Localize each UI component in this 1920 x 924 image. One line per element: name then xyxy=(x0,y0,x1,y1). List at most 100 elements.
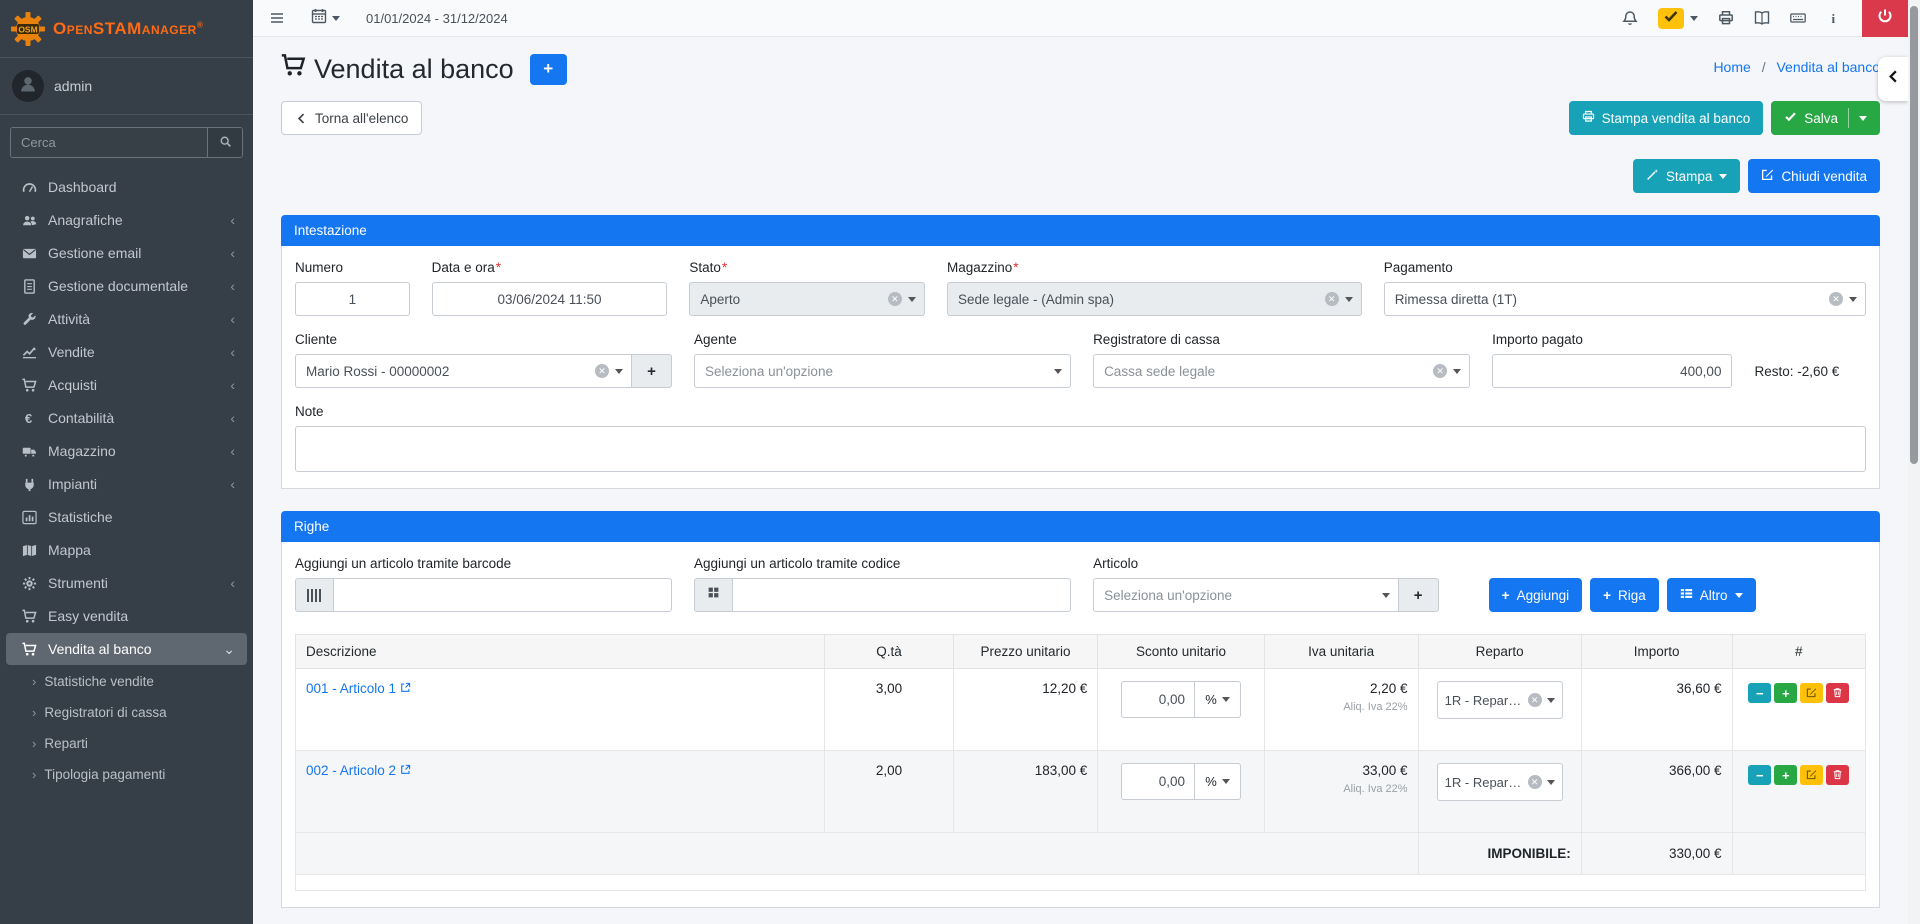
print-sale-button[interactable]: Stampa vendita al banco xyxy=(1569,101,1764,135)
article-link[interactable]: 002 - Articolo 2 xyxy=(306,763,411,778)
registratore-select[interactable]: Cassa sede legale ✕ xyxy=(1093,354,1470,388)
magazzino-select[interactable]: Sede legale - (Admin spa) ✕ xyxy=(947,282,1362,316)
sidebar-item-acquisti[interactable]: Acquisti‹ xyxy=(6,369,247,401)
numero-label: Numero xyxy=(295,260,410,275)
back-to-list-button[interactable]: Torna all'elenco xyxy=(281,101,422,135)
osm-gear-logo: OSM xyxy=(10,11,46,47)
save-button[interactable]: Salva xyxy=(1771,101,1880,135)
date-range[interactable]: 01/01/2024 - 31/12/2024 xyxy=(366,11,508,26)
column-header-prezzo-unitario: Prezzo unitario xyxy=(953,635,1097,669)
clear-icon[interactable]: ✕ xyxy=(1829,292,1843,306)
sidebar-subitem-statistiche-vendite[interactable]: ›Statistiche vendite xyxy=(0,666,253,697)
close-sale-button[interactable]: Chiudi vendita xyxy=(1748,159,1880,193)
article-link[interactable]: 001 - Articolo 1 xyxy=(306,681,411,696)
decrease-qty-button[interactable]: − xyxy=(1748,765,1771,785)
increase-qty-button[interactable]: + xyxy=(1774,765,1797,785)
codice-input[interactable] xyxy=(732,578,1071,612)
breadcrumb-home-link[interactable]: Home xyxy=(1713,59,1750,75)
clear-icon[interactable]: ✕ xyxy=(1528,693,1542,707)
collapse-panel-button[interactable] xyxy=(1878,57,1908,101)
codice-label: Aggiungi un articolo tramite codice xyxy=(694,556,1071,571)
clear-icon[interactable]: ✕ xyxy=(1528,775,1542,789)
increase-qty-button[interactable]: + xyxy=(1774,683,1797,703)
vat-rate-note: Aliq. Iva 22% xyxy=(1275,701,1408,713)
sidebar-search xyxy=(10,127,243,158)
sidebar-item-gestione-documentale[interactable]: Gestione documentale‹ xyxy=(6,270,247,302)
clear-icon[interactable]: ✕ xyxy=(595,364,609,378)
hamburger-menu-icon[interactable] xyxy=(269,10,285,26)
print-icon[interactable] xyxy=(1718,10,1734,26)
sidebar-item-magazzino[interactable]: Magazzino‹ xyxy=(6,435,247,467)
scrollbar-thumb[interactable] xyxy=(1910,6,1918,464)
status-toggle[interactable] xyxy=(1658,8,1698,29)
cliente-select[interactable]: Mario Rossi - 00000002 ✕ xyxy=(295,354,632,388)
docs-book-icon[interactable] xyxy=(1754,10,1770,26)
app-window: OSM OpenSTAManager® admin DashboardAnagr… xyxy=(0,0,1920,924)
user-panel[interactable]: admin xyxy=(0,58,253,115)
clear-icon[interactable]: ✕ xyxy=(1325,292,1339,306)
search-input[interactable] xyxy=(11,128,207,157)
sidebar-item-vendite[interactable]: Vendite‹ xyxy=(6,336,247,368)
chartline-icon xyxy=(20,345,38,360)
importo-pagato-field[interactable] xyxy=(1492,354,1732,388)
chevron-left-icon xyxy=(295,112,308,125)
numero-field[interactable] xyxy=(295,282,410,316)
edit-row-button[interactable] xyxy=(1800,683,1823,703)
add-article-button[interactable]: + xyxy=(1399,578,1439,612)
print-dropdown-button[interactable]: Stampa xyxy=(1633,159,1741,193)
articolo-select[interactable]: Seleziona un'opzione xyxy=(1093,578,1399,612)
discount-type-select[interactable]: % xyxy=(1195,681,1241,718)
breadcrumb-current-link[interactable]: Vendita al banco xyxy=(1776,59,1880,75)
aggiungi-button[interactable]: +Aggiungi xyxy=(1489,578,1582,612)
new-sale-button[interactable]: + xyxy=(530,54,567,85)
sidebar-item-easy-vendita[interactable]: Easy vendita xyxy=(6,600,247,632)
delete-row-button[interactable] xyxy=(1826,765,1849,785)
agente-select[interactable]: Seleziona un'opzione xyxy=(694,354,1071,388)
sidebar-item-vendita-al-banco[interactable]: Vendita al banco⌄ xyxy=(6,633,247,665)
sidebar-item-statistiche[interactable]: Statistiche xyxy=(6,501,247,533)
sidebar-item-gestione-email[interactable]: Gestione email‹ xyxy=(6,237,247,269)
sidebar-item-dashboard[interactable]: Dashboard xyxy=(6,171,247,203)
altro-button[interactable]: Altro xyxy=(1667,578,1756,612)
add-client-button[interactable]: + xyxy=(632,354,672,388)
sidebar-item-impianti[interactable]: Impianti‹ xyxy=(6,468,247,500)
stato-select[interactable]: Aperto ✕ xyxy=(689,282,925,316)
calendar-picker[interactable] xyxy=(311,8,340,29)
barcode-input[interactable] xyxy=(333,578,672,612)
chevron-left-icon: ‹ xyxy=(230,279,235,293)
edit-row-button[interactable] xyxy=(1800,765,1823,785)
column-header--: # xyxy=(1732,635,1865,669)
logout-power-button[interactable] xyxy=(1862,0,1908,37)
discount-input[interactable] xyxy=(1121,681,1195,718)
sidebar-item-contabilit-[interactable]: €Contabilità‹ xyxy=(6,402,247,434)
department-select[interactable]: 1R - Reparto 1... ✕ xyxy=(1437,763,1563,801)
search-button[interactable] xyxy=(207,128,242,157)
keyboard-shortcuts-icon[interactable] xyxy=(1790,10,1806,26)
column-header-descrizione: Descrizione xyxy=(296,635,825,669)
department-select[interactable]: 1R - Reparto 1... ✕ xyxy=(1437,681,1563,719)
brand[interactable]: OSM OpenSTAManager® xyxy=(0,0,253,58)
sidebar-item-attivit-[interactable]: Attività‹ xyxy=(6,303,247,335)
sidebar-item-strumenti[interactable]: Strumenti‹ xyxy=(6,567,247,599)
clear-icon[interactable]: ✕ xyxy=(1433,364,1447,378)
sidebar-item-mappa[interactable]: Mappa xyxy=(6,534,247,566)
sidebar-subitem-reparti[interactable]: ›Reparti xyxy=(0,728,253,759)
discount-input[interactable] xyxy=(1121,763,1195,800)
chevron-left-icon: ‹ xyxy=(230,411,235,425)
note-field[interactable] xyxy=(295,426,1866,472)
discount-type-select[interactable]: % xyxy=(1195,763,1241,800)
riga-button[interactable]: +Riga xyxy=(1590,578,1659,612)
notifications-bell-icon[interactable] xyxy=(1622,10,1638,26)
vertical-scrollbar[interactable] xyxy=(1908,0,1920,924)
sidebar-item-anagrafiche[interactable]: Anagrafiche‹ xyxy=(6,204,247,236)
decrease-qty-button[interactable]: − xyxy=(1748,683,1771,703)
edit-icon xyxy=(1761,168,1774,184)
clear-icon[interactable]: ✕ xyxy=(888,292,902,306)
chevron-left-icon: ‹ xyxy=(230,213,235,227)
sidebar-subitem-tipologia-pagamenti[interactable]: ›Tipologia pagamenti xyxy=(0,759,253,790)
info-icon[interactable]: i xyxy=(1826,10,1842,26)
data-ora-field[interactable] xyxy=(432,282,668,316)
delete-row-button[interactable] xyxy=(1826,683,1849,703)
sidebar-subitem-registratori-di-cassa[interactable]: ›Registratori di cassa xyxy=(0,697,253,728)
pagamento-select[interactable]: Rimessa diretta (1T) ✕ xyxy=(1384,282,1866,316)
